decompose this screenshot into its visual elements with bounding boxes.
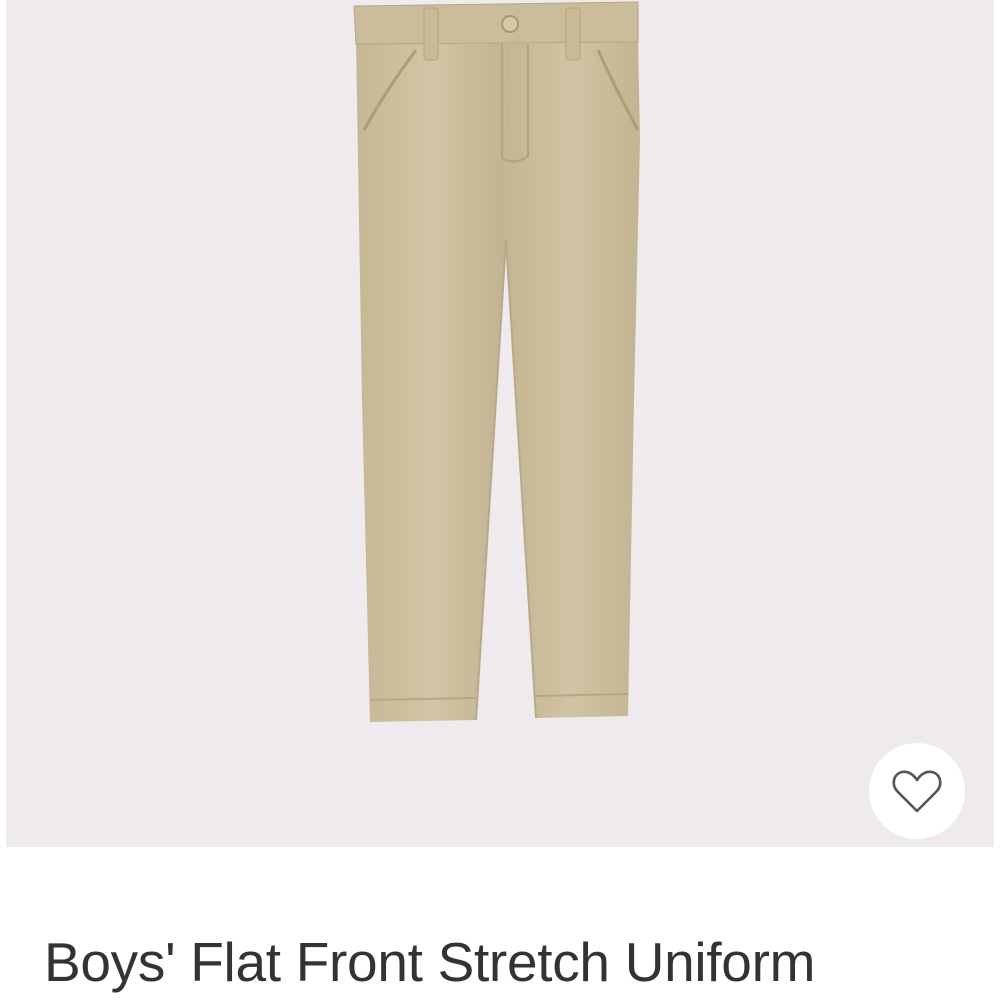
favorite-button[interactable] [869, 743, 965, 839]
khaki-pants-illustration [353, 1, 640, 722]
heart-outline-icon [892, 770, 942, 813]
product-title[interactable]: Boys' Flat Front Stretch Uniform [44, 930, 984, 994]
product-image[interactable] [6, 0, 994, 847]
